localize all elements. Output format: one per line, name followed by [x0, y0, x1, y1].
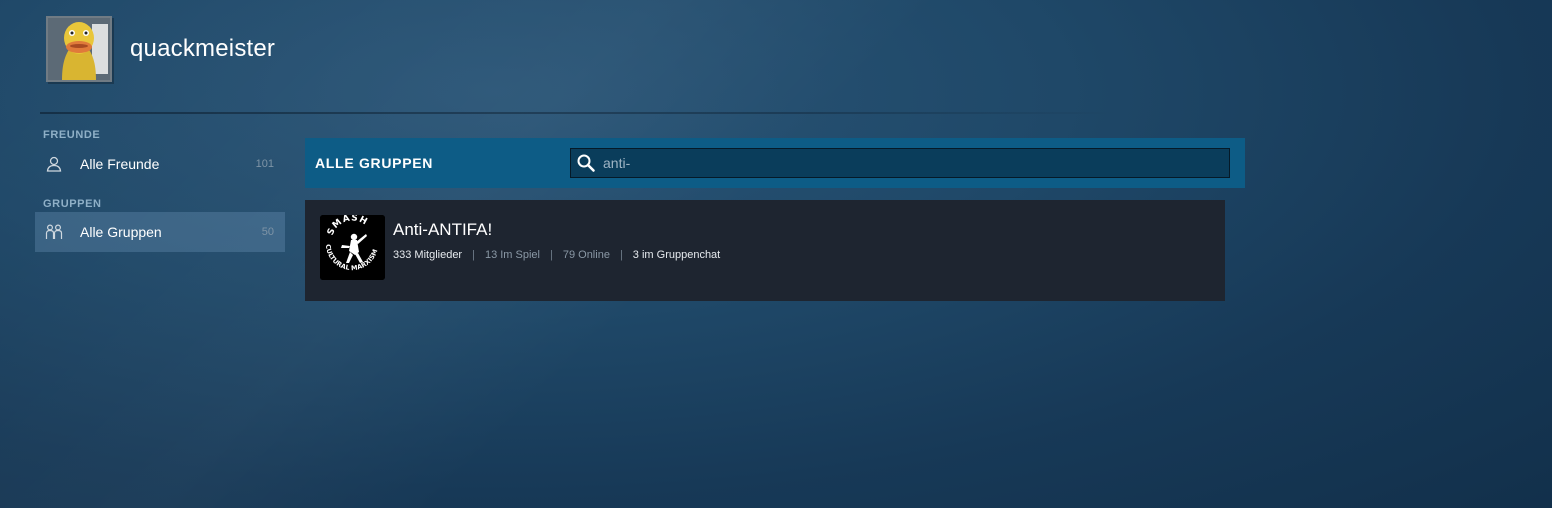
duck-avatar-icon: [48, 18, 110, 80]
group-chat-count: 3 im Gruppenchat: [632, 249, 721, 261]
header-divider: [40, 112, 1120, 114]
search-icon: [575, 152, 597, 174]
group-stats: 333 Mitglieder | 13 Im Spiel | 79 Online…: [393, 249, 720, 261]
group-result-card[interactable]: SMASH CULTURAL MARXISM Anti-ANTIFA! 333 …: [305, 200, 1225, 301]
friends-section-title: FREUNDE: [43, 129, 101, 141]
member-count: 333 Mitglieder: [393, 249, 463, 261]
group-name[interactable]: Anti-ANTIFA!: [393, 220, 492, 240]
person-icon: [45, 155, 63, 173]
stat-separator: |: [472, 249, 475, 261]
groups-section-title: GRUPPEN: [43, 198, 102, 210]
stat-separator: |: [549, 249, 553, 261]
group-logo[interactable]: SMASH CULTURAL MARXISM: [320, 215, 385, 280]
sidebar-item-all-groups[interactable]: Alle Gruppen 50: [35, 212, 285, 252]
in-game-count: 13 Im Spiel: [484, 249, 540, 261]
stat-separator: |: [619, 249, 623, 261]
groups-panel-header: ALLE GRUPPEN: [305, 138, 1245, 188]
sidebar-item-label: Alle Gruppen: [80, 224, 162, 240]
username[interactable]: quackmeister: [130, 35, 275, 63]
sidebar-item-all-friends[interactable]: Alle Freunde 101: [35, 144, 285, 184]
group-icon: [45, 223, 63, 241]
friends-count: 101: [255, 158, 274, 170]
online-count: 79 Online: [562, 249, 610, 261]
groups-count: 50: [261, 226, 274, 238]
groups-panel-title: ALLE GRUPPEN: [315, 155, 434, 171]
sidebar-item-label: Alle Freunde: [80, 156, 160, 172]
group-search-box[interactable]: [570, 148, 1230, 178]
user-avatar[interactable]: [46, 16, 112, 82]
profile-header: quackmeister: [46, 16, 275, 82]
search-input[interactable]: [601, 154, 1205, 172]
